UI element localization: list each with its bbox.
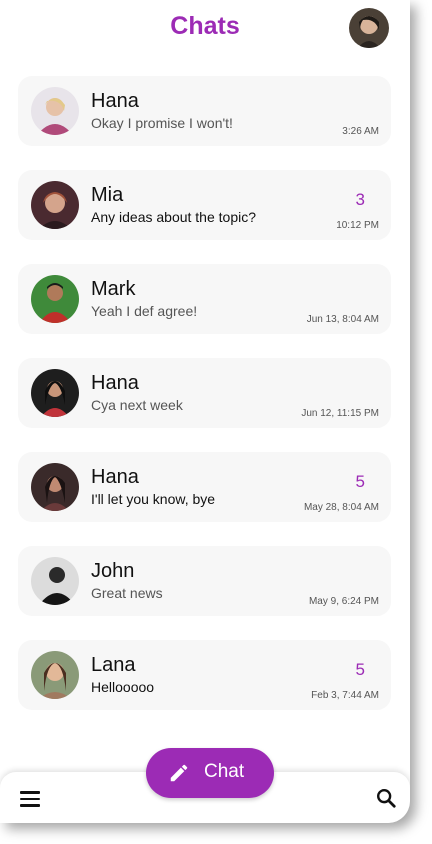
chat-name: Mia: [91, 184, 124, 206]
unread-badge: 3: [355, 190, 365, 209]
unread-badge: 5: [355, 660, 365, 679]
profile-avatar[interactable]: [349, 8, 389, 48]
chat-name: John: [91, 560, 135, 582]
profile-avatar-image: [349, 8, 389, 48]
search-icon[interactable]: [375, 787, 397, 809]
chat-item[interactable]: Mark Yeah I def agree! Jun 13, 8:04 AM: [18, 264, 391, 334]
avatar: [31, 87, 79, 135]
chat-item[interactable]: John Great news May 9, 6:24 PM: [18, 546, 391, 616]
new-chat-label: Chat: [204, 761, 245, 782]
chat-item[interactable]: Hana Okay I promise I won't! 3:26 AM: [18, 76, 391, 146]
app-screen: Chats Hana Okay I promise I won't! 3:26 …: [0, 0, 410, 823]
chat-name: Hana: [91, 372, 139, 394]
chat-message: Yeah I def agree!: [91, 303, 198, 319]
unread-badge: 5: [355, 472, 365, 491]
chat-item[interactable]: Hana I'll let you know, bye 5 May 28, 8:…: [18, 452, 391, 522]
chat-time: Jun 13, 8:04 AM: [306, 314, 379, 325]
chat-item[interactable]: Hana Cya next week Jun 12, 11:15 PM: [18, 358, 391, 428]
avatar: [31, 369, 79, 417]
new-chat-button[interactable]: Chat: [146, 748, 274, 798]
chat-name: Hana: [91, 90, 139, 112]
pencil-icon: [170, 764, 188, 782]
chat-message: Cya next week: [91, 397, 183, 413]
chat-list: Hana Okay I promise I won't! 3:26 AM Mia…: [18, 76, 391, 734]
chat-item[interactable]: Mia Any ideas about the topic? 3 10:12 P…: [18, 170, 391, 240]
chat-time: Jun 12, 11:15 PM: [301, 408, 379, 419]
avatar: [31, 181, 79, 229]
chat-name: Hana: [91, 466, 139, 488]
chat-message: I'll let you know, bye: [91, 491, 216, 507]
chat-message: Any ideas about the topic?: [91, 209, 257, 225]
chat-message: Hellooooo: [91, 679, 155, 695]
menu-icon[interactable]: [20, 791, 40, 807]
chat-message: Great news: [91, 585, 163, 601]
chat-time: May 28, 8:04 AM: [303, 502, 379, 513]
avatar: [31, 557, 79, 605]
chat-time: Feb 3, 7:44 AM: [311, 690, 379, 701]
chat-time: 3:26 AM: [342, 126, 379, 137]
chat-name: Lana: [91, 654, 136, 676]
avatar: [31, 651, 79, 699]
chat-name: Mark: [91, 278, 136, 300]
avatar: [31, 463, 79, 511]
chat-message: Okay I promise I won't!: [91, 115, 233, 131]
chat-time: 10:12 PM: [336, 220, 379, 231]
avatar: [31, 275, 79, 323]
chat-item[interactable]: Lana Hellooooo 5 Feb 3, 7:44 AM: [18, 640, 391, 710]
chat-time: May 9, 6:24 PM: [308, 596, 379, 607]
